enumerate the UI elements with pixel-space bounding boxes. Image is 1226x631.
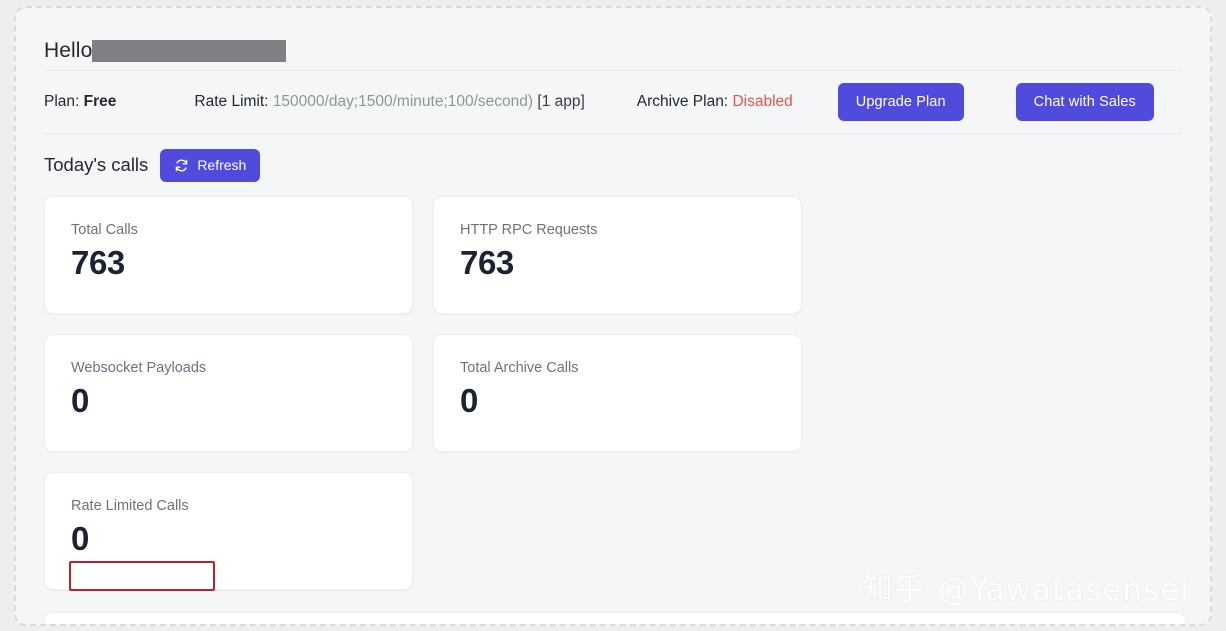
- app-card-matic[interactable]: Matic Matic Mainnet: [44, 612, 1186, 626]
- redacted-username: [92, 40, 287, 62]
- stat-card-total-archive-calls: Total Archive Calls 0: [433, 334, 802, 452]
- archive-plan-prefix: Archive Plan:: [636, 93, 729, 110]
- stat-card-total-calls: Total Calls 763: [44, 196, 413, 314]
- rate-limit-value: 150000/day;1500/minute;100/second): [272, 93, 534, 110]
- stat-card-value: 0: [71, 382, 89, 419]
- plan-summary-row: Plan: Free Rate Limit: 150000/day;1500/m…: [44, 71, 1182, 133]
- app-card-status-group: Active Last Used 26/06/2021: [1001, 625, 1165, 626]
- dashboard-page: Hello Plan: Free Rate Limit: 150000/day;…: [16, 8, 1210, 624]
- stat-card-label: Total Archive Calls: [460, 360, 579, 376]
- greeting-text: Hello: [44, 39, 93, 62]
- stat-card-http-rpc-requests: HTTP RPC Requests 763: [433, 196, 802, 314]
- stat-card-value: 0: [460, 382, 478, 419]
- greeting-row: Hello: [44, 8, 1182, 70]
- screenshot-capture-frame: Hello Plan: Free Rate Limit: 150000/day;…: [14, 6, 1212, 626]
- stat-card-value: 763: [71, 244, 125, 281]
- rate-limit-block: Rate Limit: 150000/day;1500/minute;100/s…: [194, 93, 584, 111]
- stat-card-label: Total Calls: [71, 222, 138, 238]
- todays-calls-row: Today's calls Refresh: [44, 134, 1182, 192]
- plan-label: Plan: Free: [44, 93, 116, 111]
- stat-cards-grid: Total Calls 763 HTTP RPC Requests 763 We…: [44, 196, 1182, 590]
- plan-value: Free: [83, 93, 117, 110]
- watermark-logo: 知乎: [862, 572, 926, 608]
- upgrade-plan-button[interactable]: Upgrade Plan: [837, 83, 964, 121]
- plan-prefix: Plan:: [44, 93, 80, 110]
- app-count: [1 app]: [537, 93, 585, 110]
- refresh-icon: [174, 158, 189, 173]
- archive-plan-block: Archive Plan: Disabled: [637, 93, 793, 111]
- stat-card-label: HTTP RPC Requests: [460, 222, 598, 238]
- rate-limit-prefix: Rate Limit:: [194, 93, 269, 110]
- stat-card-label: Websocket Payloads: [71, 360, 207, 376]
- stat-card-value: 0: [71, 520, 89, 557]
- watermark-handle: @Yawatasensei: [938, 572, 1190, 608]
- status-badge: Active: [1102, 625, 1165, 626]
- stat-card-label: Rate Limited Calls: [71, 498, 189, 514]
- stat-card-value: 763: [460, 244, 514, 281]
- refresh-button[interactable]: Refresh: [160, 148, 261, 182]
- chat-with-sales-button[interactable]: Chat with Sales: [1015, 83, 1154, 121]
- stat-card-rate-limited-calls: Rate Limited Calls 0: [44, 472, 413, 590]
- stat-card-websocket-payloads: Websocket Payloads 0: [44, 334, 413, 452]
- todays-calls-title: Today's calls: [44, 154, 149, 175]
- archive-plan-value: Disabled: [732, 93, 793, 110]
- refresh-button-label: Refresh: [197, 157, 247, 173]
- watermark: 知乎 @Yawatasensei: [862, 564, 1190, 609]
